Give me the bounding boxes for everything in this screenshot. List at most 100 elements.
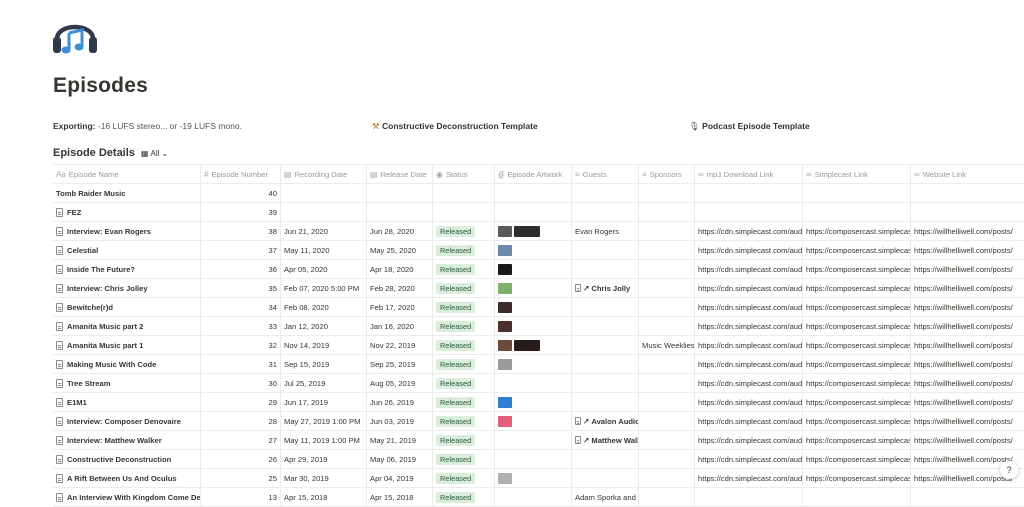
episode-number-cell[interactable]: 40 <box>201 184 281 202</box>
release-date-cell[interactable] <box>367 184 433 202</box>
recording-date-cell[interactable]: Apr 29, 2019 <box>281 450 367 468</box>
mp3-link-cell[interactable]: https://cdn.simplecast.com/audio <box>695 431 803 449</box>
artwork-thumbnail[interactable] <box>498 415 512 427</box>
artwork-thumbnail[interactable] <box>498 282 512 294</box>
recording-date-cell[interactable] <box>281 203 367 221</box>
guest-link[interactable]: ↗ Avalon Audio <box>575 417 638 426</box>
status-cell[interactable]: Released <box>433 279 495 297</box>
website-link-cell[interactable]: https://willhelliwell.com/posts/ <box>911 317 1024 335</box>
help-button[interactable]: ? <box>1000 461 1018 479</box>
episode-name-cell[interactable]: Celestial <box>53 241 201 259</box>
artwork-cell[interactable] <box>495 203 572 221</box>
episode-name-cell[interactable]: Tree Stream <box>53 374 201 392</box>
mp3-link-cell[interactable]: https://cdn.simplecast.com/audio <box>695 374 803 392</box>
artwork-cell[interactable] <box>495 355 572 373</box>
mp3-link-cell[interactable]: https://cdn.simplecast.com/audio <box>695 298 803 316</box>
episode-name-cell[interactable]: Interview: Composer Denovaire <box>53 412 201 430</box>
recording-date-cell[interactable]: Jul 25, 2019 <box>281 374 367 392</box>
release-date-cell[interactable]: Sep 25, 2019 <box>367 355 433 373</box>
column-header-sponsors[interactable]: ≡ Sponsors <box>639 165 695 183</box>
guest-link[interactable]: ↗Matthew Walker <box>575 436 638 445</box>
release-date-cell[interactable]: May 25, 2020 <box>367 241 433 259</box>
table-row[interactable]: Interview: Matthew Walker 27 May 11, 2019 … <box>53 431 1024 450</box>
release-date-cell[interactable]: Apr 15, 2018 <box>367 488 433 506</box>
status-cell[interactable]: Released <box>433 298 495 316</box>
mp3-link-cell[interactable]: https://cdn.simplecast.com/audio <box>695 260 803 278</box>
website-link-cell[interactable]: https://willhelliwell.com/posts/ <box>911 279 1024 297</box>
column-header-simplecast-link[interactable]: ∞ Simplecast Link <box>803 165 911 183</box>
recording-date-cell[interactable]: May 27, 2019 1:00 PM <box>281 412 367 430</box>
guests-cell[interactable] <box>572 241 639 259</box>
status-cell[interactable]: Released <box>433 336 495 354</box>
mp3-link-cell[interactable] <box>695 203 803 221</box>
table-row[interactable]: An Interview With Kingdom Come Deliveran… <box>53 488 1024 507</box>
episode-name-cell[interactable]: Interview: Chris Jolley <box>53 279 201 297</box>
sponsors-cell[interactable] <box>639 488 695 506</box>
episode-number-cell[interactable]: 36 <box>201 260 281 278</box>
guests-cell[interactable]: ↗ Chris Jolly <box>572 279 639 297</box>
table-row[interactable]: Bewitche(r)d 34 Feb 08, 2020 Feb 17, 2020 Re… <box>53 298 1024 317</box>
artwork-cell[interactable] <box>495 241 572 259</box>
guests-cell[interactable] <box>572 450 639 468</box>
release-date-cell[interactable]: Nov 22, 2019 <box>367 336 433 354</box>
release-date-cell[interactable]: Apr 04, 2019 <box>367 469 433 487</box>
status-cell[interactable]: Released <box>433 393 495 411</box>
release-date-cell[interactable]: Feb 28, 2020 <box>367 279 433 297</box>
episode-number-cell[interactable]: 38 <box>201 222 281 240</box>
guests-cell[interactable]: Adam Sporka and <box>572 488 639 506</box>
table-row[interactable]: Interview: Evan Rogers 38 Jun 21, 2020 Jun … <box>53 222 1024 241</box>
episode-name-cell[interactable]: Tomb Raider Music <box>53 184 201 202</box>
artwork-cell[interactable] <box>495 298 572 316</box>
sponsors-cell[interactable] <box>639 241 695 259</box>
status-cell[interactable]: Released <box>433 374 495 392</box>
column-header-artwork[interactable]: ∯ Episode Artwork <box>495 165 572 183</box>
artwork-cell[interactable] <box>495 488 572 506</box>
recording-date-cell[interactable]: May 11, 2020 <box>281 241 367 259</box>
release-date-cell[interactable] <box>367 203 433 221</box>
artwork-cell[interactable] <box>495 412 572 430</box>
sponsors-cell[interactable] <box>639 298 695 316</box>
episode-name-cell[interactable]: An Interview With Kingdom Come Deliveran… <box>53 488 201 506</box>
release-date-cell[interactable]: Jan 16, 2020 <box>367 317 433 335</box>
website-link-cell[interactable]: https://willhelliwell.com/posts/ <box>911 336 1024 354</box>
episode-name-cell[interactable]: Interview: Evan Rogers <box>53 222 201 240</box>
simplecast-link-cell[interactable]: https://composercast.simplecast <box>803 450 911 468</box>
guests-cell[interactable] <box>572 374 639 392</box>
website-link-cell[interactable] <box>911 488 1024 506</box>
status-cell[interactable]: Released <box>433 488 495 506</box>
sponsors-cell[interactable] <box>639 184 695 202</box>
episode-number-cell[interactable]: 39 <box>201 203 281 221</box>
mp3-link-cell[interactable]: https://cdn.simplecast.com/audio <box>695 336 803 354</box>
simplecast-link-cell[interactable]: https://composercast.simplecast <box>803 469 911 487</box>
release-date-cell[interactable]: May 06, 2019 <box>367 450 433 468</box>
episode-name-cell[interactable]: Constructive Deconstruction <box>53 450 201 468</box>
sponsors-cell[interactable] <box>639 450 695 468</box>
sponsors-cell[interactable] <box>639 260 695 278</box>
website-link-cell[interactable] <box>911 203 1024 221</box>
simplecast-link-cell[interactable]: https://composercast.simplecast <box>803 374 911 392</box>
episode-number-cell[interactable]: 32 <box>201 336 281 354</box>
recording-date-cell[interactable]: May 11, 2019 1:00 PM <box>281 431 367 449</box>
artwork-thumbnail[interactable] <box>498 358 512 370</box>
episode-number-cell[interactable]: 33 <box>201 317 281 335</box>
guests-cell[interactable] <box>572 203 639 221</box>
mp3-link-cell[interactable] <box>695 184 803 202</box>
mp3-link-cell[interactable] <box>695 488 803 506</box>
sponsors-cell[interactable] <box>639 393 695 411</box>
status-cell[interactable]: Released <box>433 222 495 240</box>
episode-name-cell[interactable]: Bewitche(r)d <box>53 298 201 316</box>
simplecast-link-cell[interactable]: https://composercast.simplecast <box>803 336 911 354</box>
recording-date-cell[interactable]: Sep 15, 2019 <box>281 355 367 373</box>
guests-cell[interactable] <box>572 355 639 373</box>
sponsors-cell[interactable] <box>639 431 695 449</box>
table-row[interactable]: Interview: Chris Jolley 35 Feb 07, 2020 5:… <box>53 279 1024 298</box>
sponsors-cell[interactable] <box>639 469 695 487</box>
website-link-cell[interactable]: https://willhelliwell.com/posts/ <box>911 412 1024 430</box>
episode-number-cell[interactable]: 29 <box>201 393 281 411</box>
artwork-thumbnail[interactable] <box>514 225 540 237</box>
artwork-cell[interactable] <box>495 336 572 354</box>
sponsors-cell[interactable] <box>639 412 695 430</box>
artwork-thumbnail[interactable] <box>498 301 512 313</box>
simplecast-link-cell[interactable]: https://composercast.simplecast <box>803 222 911 240</box>
simplecast-link-cell[interactable] <box>803 488 911 506</box>
